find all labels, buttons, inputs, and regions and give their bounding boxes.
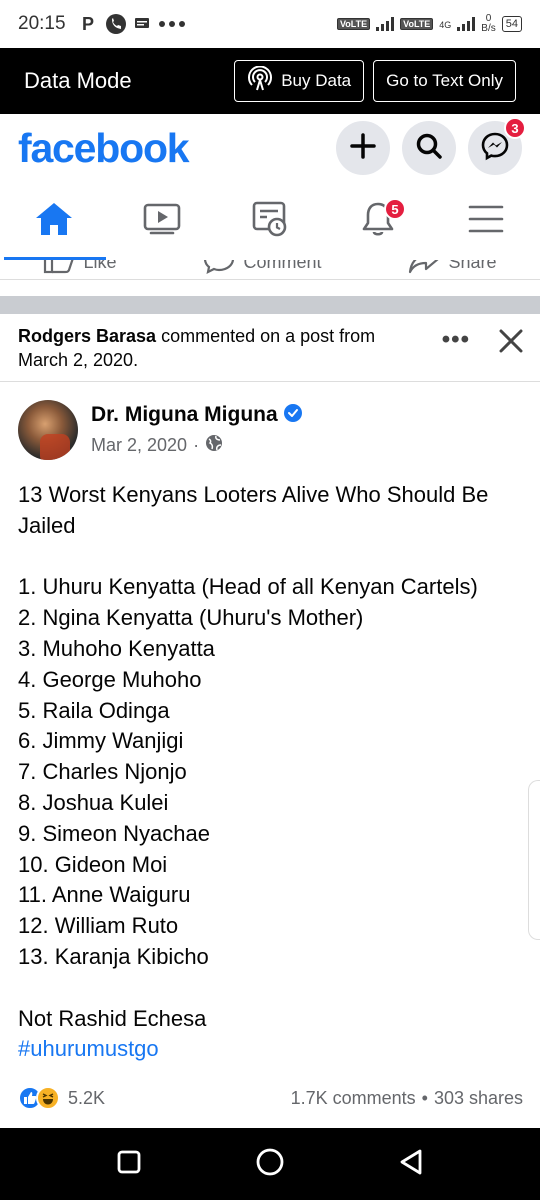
haha-reaction-icon (36, 1086, 60, 1110)
recent-apps-button[interactable] (116, 1149, 142, 1180)
more-options-button[interactable]: ••• (442, 328, 470, 352)
close-icon (499, 329, 523, 353)
signal-bars-icon-1 (376, 17, 395, 31)
shares-count[interactable]: 303 shares (434, 1088, 523, 1109)
circle-icon (256, 1148, 284, 1175)
list-item: 7. Charles Njonjo (18, 759, 187, 785)
network-speed: 0 B/s (481, 14, 495, 34)
list-item: 1. Uhuru Kenyatta (Head of all Kenyan Ca… (18, 574, 478, 600)
signal-bars-icon-2 (457, 17, 476, 31)
calendar-clock-icon (251, 200, 289, 243)
thumbs-up-icon (43, 260, 75, 279)
list-item: 8. Joshua Kulei (18, 789, 169, 815)
text-only-button[interactable]: Go to Text Only (373, 60, 516, 102)
hashtag-link[interactable]: #uhurumustgo (18, 1034, 523, 1065)
parking-icon: P (82, 15, 98, 33)
list-item: 11. Anne Waiguru (18, 882, 191, 908)
speed-unit: B/s (481, 23, 496, 34)
main-tabs: 5 (0, 182, 540, 260)
battery-indicator: 54 (501, 16, 522, 32)
comment-icon (203, 260, 235, 279)
home-button[interactable] (255, 1147, 285, 1182)
square-icon (117, 1150, 141, 1173)
share-icon (408, 260, 440, 279)
phone-call-icon (105, 14, 126, 34)
close-button[interactable] (496, 326, 526, 356)
svg-text:P: P (82, 15, 94, 33)
reactions-summary: 5.2K 1.7K comments • 303 shares (18, 1084, 523, 1112)
activity-text: Rodgers Barasa commented on a post from … (18, 324, 418, 372)
system-navigation-bar (0, 1128, 540, 1200)
like-label: Like (83, 260, 117, 272)
network-type: 4G (439, 20, 452, 30)
video-icon (143, 202, 181, 241)
list-item: 3. Muhoho Kenyatta (18, 635, 215, 661)
tab-menu[interactable] (432, 182, 540, 260)
buy-data-button[interactable]: Buy Data (234, 60, 365, 102)
reaction-icons[interactable] (18, 1086, 60, 1110)
post-header: Dr. Miguna Miguna Mar 2, 2020 · (18, 400, 302, 460)
messenger-button[interactable]: 3 (468, 117, 526, 175)
list-item: 5. Raila Odinga (18, 697, 170, 723)
create-button[interactable] (336, 121, 390, 175)
post-title: 13 Worst Kenyans Looters Alive Who Shoul… (18, 482, 489, 538)
comment-button[interactable]: Comment (203, 260, 321, 279)
more-notifications-icon (158, 20, 186, 28)
volte-badge-1: VoLTE (336, 18, 371, 30)
date-separator: · (193, 435, 200, 455)
list-item: 9. Simeon Nyachae (18, 820, 210, 846)
back-triangle-icon (400, 1149, 422, 1174)
buy-data-label: Buy Data (281, 71, 352, 90)
message-icon (134, 16, 150, 32)
facebook-logo[interactable]: facebook (18, 125, 190, 172)
stats-separator: • (421, 1087, 428, 1108)
data-mode-title: Data Mode (24, 68, 132, 93)
messenger-icon (480, 131, 510, 166)
tab-watch[interactable] (108, 182, 216, 260)
like-button[interactable]: Like (43, 260, 117, 279)
volte-badge-2: VoLTE (400, 18, 434, 30)
side-panel-handle[interactable] (528, 780, 540, 940)
feed-divider (0, 296, 540, 314)
activity-actor[interactable]: Rodgers Barasa (18, 326, 156, 346)
status-bar: 20:15 P VoLTE VoLTE 4G 0 B/s 54 (0, 0, 540, 48)
back-button[interactable] (398, 1148, 424, 1181)
search-icon (415, 132, 443, 165)
list-item: 10. Gideon Moi (18, 851, 168, 877)
list-item: 12. William Ruto (18, 913, 179, 939)
list-item: 2. Ngina Kenyatta (Uhuru's Mother) (18, 605, 364, 631)
hamburger-menu-icon (468, 204, 504, 239)
messenger-badge: 3 (504, 117, 526, 139)
post-footer-line: Not Rashid Echesa (18, 1005, 207, 1031)
text-only-label: Go to Text Only (386, 71, 503, 90)
list-item: 6. Jimmy Wanjigi (18, 728, 184, 754)
plus-icon (350, 132, 376, 164)
post-body: 13 Worst Kenyans Looters Alive Who Shoul… (18, 480, 523, 1065)
app-header: facebook 3 (0, 114, 540, 182)
broadcast-icon (247, 65, 273, 97)
tab-home[interactable] (0, 182, 108, 260)
home-icon (34, 201, 74, 242)
data-mode-bar: Data Mode Buy Data Go to Text Only (0, 48, 540, 114)
status-time: 20:15 (18, 13, 66, 34)
share-button[interactable]: Share (408, 260, 496, 279)
verified-badge-icon (283, 403, 302, 427)
post-author[interactable]: Dr. Miguna Miguna (91, 403, 278, 427)
share-label: Share (448, 260, 497, 272)
list-item: 4. George Muhoho (18, 666, 202, 692)
comments-count[interactable]: 1.7K comments (291, 1088, 416, 1109)
reaction-count[interactable]: 5.2K (68, 1088, 105, 1109)
activity-header: Rodgers Barasa commented on a post from … (0, 314, 540, 382)
comment-label: Comment (243, 260, 322, 272)
tab-memories[interactable] (216, 182, 324, 260)
list-item: 13. Karanja Kibicho (18, 943, 209, 969)
author-avatar[interactable] (18, 400, 78, 460)
previous-post-actions: Like Comment Share (0, 260, 540, 280)
search-button[interactable] (402, 121, 456, 175)
tab-notifications[interactable]: 5 (324, 182, 432, 260)
post-date[interactable]: Mar 2, 2020 (91, 435, 187, 456)
globe-icon (205, 434, 223, 457)
notifications-badge: 5 (384, 198, 406, 220)
